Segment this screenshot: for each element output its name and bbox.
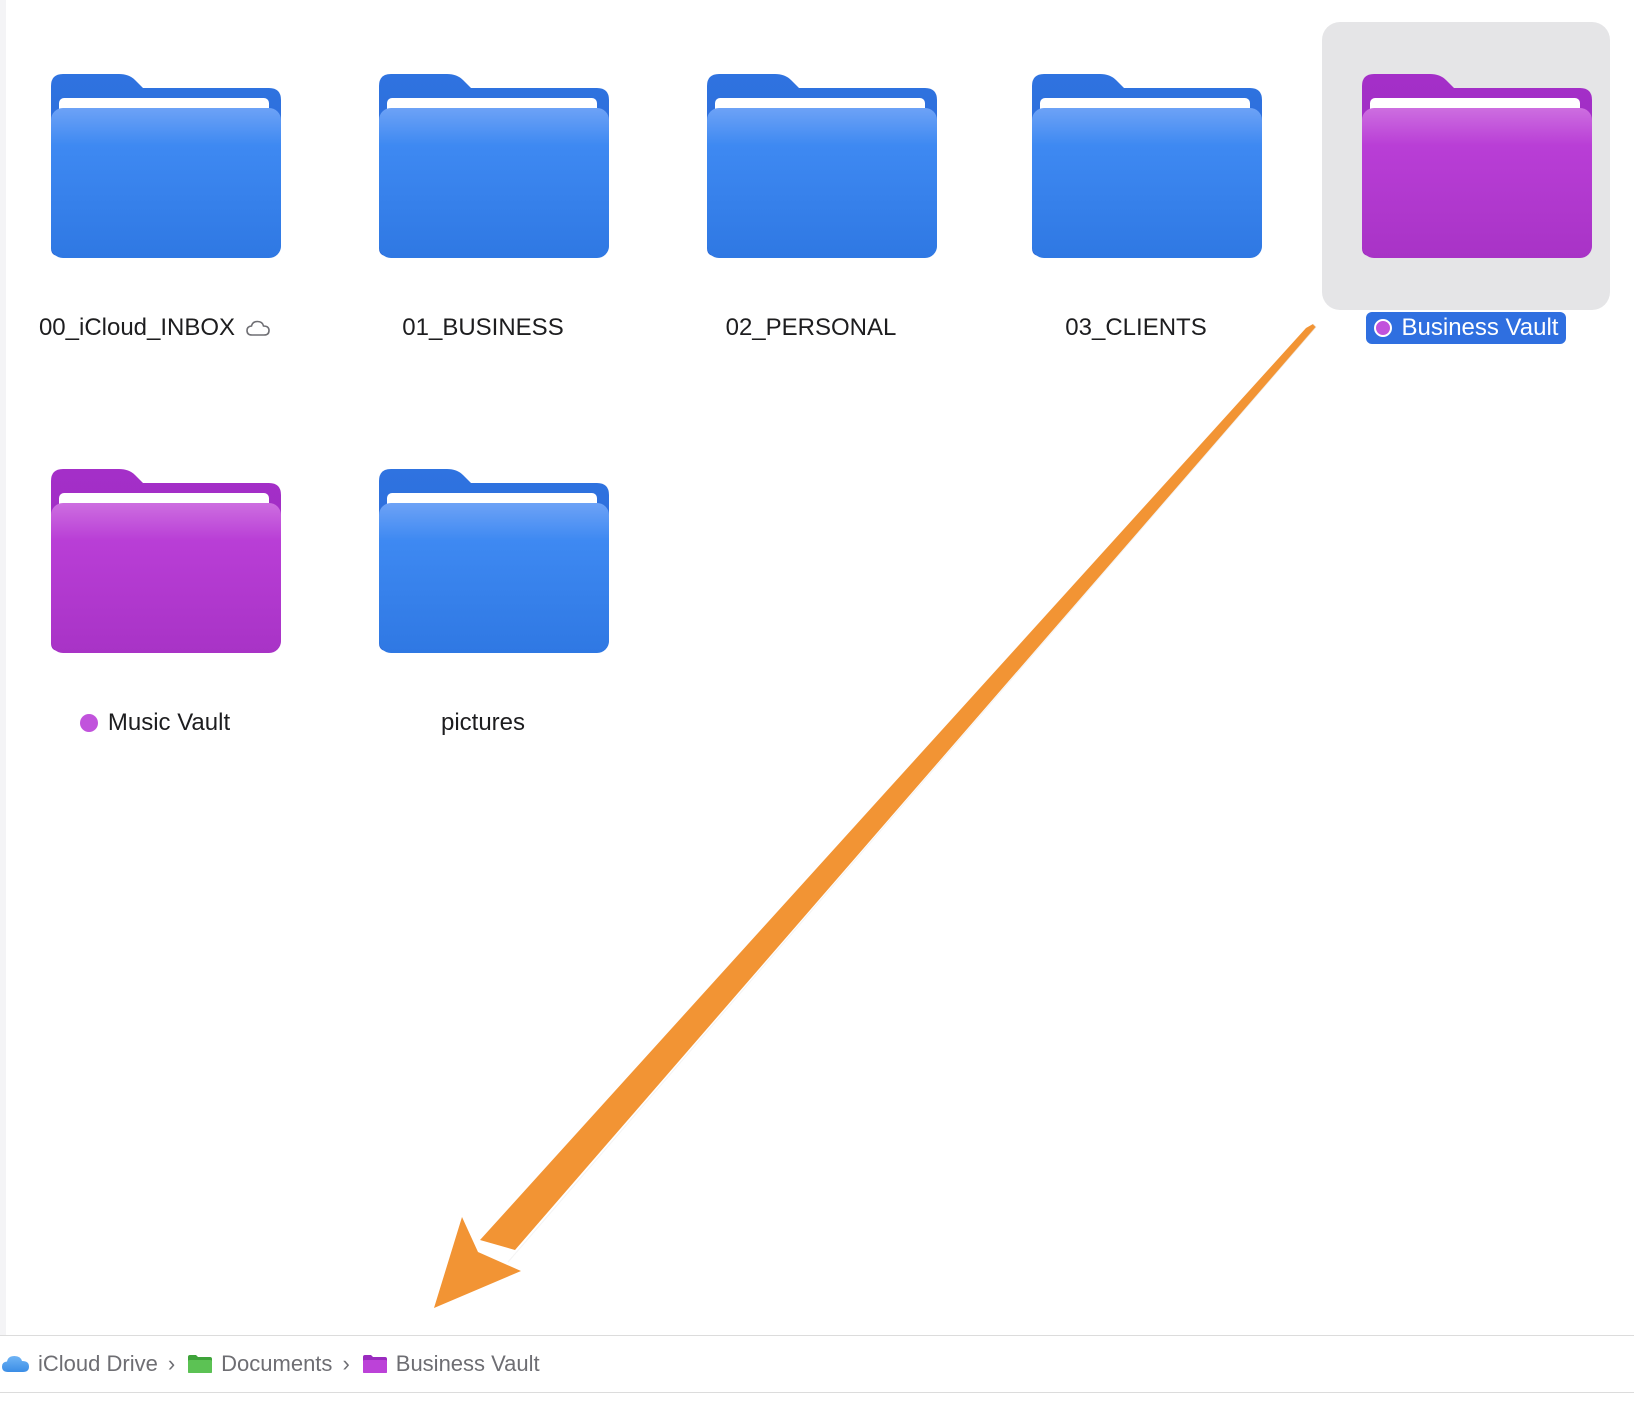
folder-icon xyxy=(379,469,609,653)
folder-item-02-personal[interactable]: 02_PERSONAL xyxy=(666,0,956,341)
folder-icon xyxy=(1032,74,1262,258)
folder-item-00-icloud-inbox[interactable]: 00_iCloud_INBOX xyxy=(10,0,300,341)
folder-item-01-business[interactable]: 01_BUSINESS xyxy=(338,0,628,341)
folder-icon xyxy=(51,469,281,653)
folder-label: 02_PERSONAL xyxy=(666,312,956,344)
window-left-edge xyxy=(0,0,6,1336)
selected-label-highlight: Business Vault xyxy=(1365,312,1567,344)
folder-icon xyxy=(379,74,609,258)
folder-label: 03_CLIENTS xyxy=(991,312,1281,344)
folder-name: pictures xyxy=(440,709,526,736)
path-bar: iCloud Drive › Documents › Business Vaul… xyxy=(0,1335,1634,1393)
path-item-documents[interactable]: Documents xyxy=(187,1351,332,1377)
folder-name: 01_BUSINESS xyxy=(402,314,564,341)
folder-item-business-vault[interactable]: Business Vault xyxy=(1321,0,1611,344)
folder-label: Music Vault xyxy=(10,707,300,739)
folder-icon xyxy=(707,74,937,258)
path-item-label: Documents xyxy=(221,1351,333,1376)
path-item-label: Business Vault xyxy=(395,1351,540,1376)
folder-name: Music Vault xyxy=(107,709,231,736)
folder-item-pictures[interactable]: pictures xyxy=(338,395,628,736)
folder-label: 01_BUSINESS xyxy=(338,312,628,344)
folder-name: Business Vault xyxy=(1401,314,1559,341)
folder-label: pictures xyxy=(338,707,628,739)
folder-name: 00_iCloud_INBOX xyxy=(38,314,236,341)
folder-item-03-clients[interactable]: 03_CLIENTS xyxy=(991,0,1281,341)
path-item-business-vault[interactable]: Business Vault xyxy=(362,1351,540,1377)
icloud-icon xyxy=(2,1356,29,1372)
folder-name: 02_PERSONAL xyxy=(725,314,897,341)
folder-item-music-vault[interactable]: Music Vault xyxy=(10,395,300,736)
folder-name: 03_CLIENTS xyxy=(1065,314,1207,341)
folder-icon xyxy=(51,74,281,258)
path-separator: › xyxy=(167,1351,176,1376)
purple-tag-dot-icon xyxy=(79,714,98,732)
green-folder-icon xyxy=(188,1355,213,1373)
folder-label: 00_iCloud_INBOX xyxy=(10,312,300,344)
path-item-icloud-drive[interactable]: iCloud Drive xyxy=(2,1351,158,1377)
folder-label: Business Vault xyxy=(1321,312,1611,344)
folder-icon xyxy=(1362,74,1592,258)
cloud-outline-icon xyxy=(246,320,270,336)
path-separator: › xyxy=(342,1351,350,1376)
purple-folder-icon xyxy=(362,1355,387,1373)
path-item-label: iCloud Drive xyxy=(38,1351,158,1376)
purple-tag-dot-icon xyxy=(1373,319,1392,337)
